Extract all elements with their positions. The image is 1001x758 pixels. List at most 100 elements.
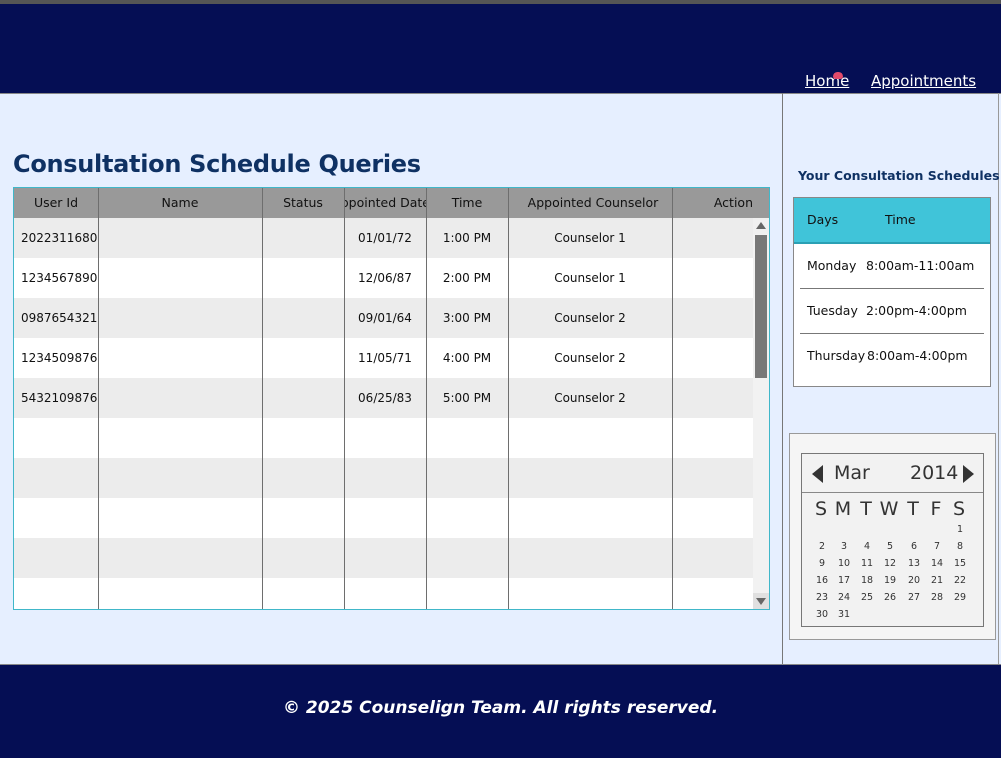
calendar-day[interactable]: 22 [949, 575, 971, 586]
column-divider [508, 188, 509, 609]
calendar-day[interactable]: 8 [949, 541, 971, 552]
calendar-day[interactable]: 15 [949, 558, 971, 569]
schedules-table: Days Time Monday 8:00am-11:00am Tuesday … [793, 197, 991, 387]
cell-name [98, 218, 262, 258]
weekday-label: S [814, 498, 828, 520]
cell-name [98, 298, 262, 338]
calendar-header: Mar 2014 [802, 454, 983, 493]
column-divider [98, 188, 99, 609]
table-row[interactable] [14, 458, 753, 498]
table-row[interactable]: 1234567890 12/06/87 2:00 PM Counselor 1 [14, 258, 753, 298]
cell-status [262, 378, 344, 418]
calendar-day[interactable]: 21 [926, 575, 948, 586]
table-row[interactable]: 5432109876 06/25/83 5:00 PM Counselor 2 [14, 378, 753, 418]
cell-user-id: 5432109876 [21, 391, 98, 405]
table-row[interactable] [14, 418, 753, 458]
column-header-time[interactable]: Time [426, 188, 508, 218]
calendar-day[interactable]: 4 [856, 541, 878, 552]
cell-name [98, 378, 262, 418]
schedules-heading: Your Consultation Schedules [798, 168, 1000, 183]
scrollbar-thumb[interactable] [755, 235, 767, 378]
calendar-widget[interactable]: Mar 2014 S M T W T F S 1 2 3 4 5 6 7 8 9 10 11 12 13 14 15 16 1… [801, 453, 984, 627]
calendar-day[interactable]: 28 [926, 592, 948, 603]
calendar-day[interactable]: 9 [811, 558, 833, 569]
calendar-day[interactable]: 16 [811, 575, 833, 586]
cell-time: 5:00 PM [442, 391, 492, 405]
schedule-day: Monday [807, 258, 857, 273]
column-divider [344, 188, 345, 609]
calendar-day[interactable]: 14 [926, 558, 948, 569]
calendar-year[interactable]: 2014 [910, 462, 958, 484]
column-divider [426, 188, 427, 609]
calendar-day[interactable]: 5 [879, 541, 901, 552]
cell-date: 06/25/83 [358, 391, 412, 405]
calendar-day[interactable]: 10 [833, 558, 855, 569]
schedule-data-grid[interactable]: User Id Name Status Appointed Date Time … [13, 187, 770, 610]
header-bar: Home Appointments [0, 4, 1001, 93]
scroll-up-arrow-icon [756, 222, 766, 229]
calendar-day[interactable]: 26 [879, 592, 901, 603]
weekday-label: M [834, 498, 852, 520]
column-header-user-id[interactable]: User Id [14, 188, 98, 218]
weekday-label: S [952, 498, 966, 520]
column-header-action[interactable]: Action [678, 188, 769, 218]
table-row[interactable]: 0987654321 09/01/64 3:00 PM Counselor 2 [14, 298, 753, 338]
table-row[interactable] [14, 498, 753, 538]
calendar-day[interactable]: 29 [949, 592, 971, 603]
calendar-day[interactable]: 2 [811, 541, 833, 552]
table-row[interactable] [14, 538, 753, 578]
cell-counselor: Counselor 2 [554, 311, 626, 325]
scroll-down-arrow-icon [756, 598, 766, 605]
calendar-day[interactable]: 18 [856, 575, 878, 586]
calendar-month[interactable]: Mar [834, 462, 870, 484]
table-row[interactable]: 1234509876 11/05/71 4:00 PM Counselor 2 [14, 338, 753, 378]
column-divider [262, 188, 263, 609]
table-row[interactable]: 2022311680 01/01/72 1:00 PM Counselor 1 [14, 218, 753, 258]
column-header-appointed-date-label: Appointed Date [344, 195, 426, 210]
calendar-day[interactable]: 11 [856, 558, 878, 569]
cell-action [672, 258, 753, 298]
cell-counselor: Counselor 2 [554, 351, 626, 365]
vertical-scrollbar[interactable] [753, 218, 769, 609]
calendar-day[interactable]: 13 [903, 558, 925, 569]
cell-action [672, 298, 753, 338]
column-header-name[interactable]: Name [98, 188, 262, 218]
cell-status [262, 218, 344, 258]
calendar-day[interactable]: 1 [949, 524, 971, 535]
scroll-up-button[interactable] [753, 218, 769, 234]
calendar-day[interactable]: 3 [833, 541, 855, 552]
calendar-day[interactable]: 25 [856, 592, 878, 603]
schedule-day: Tuesday [807, 303, 858, 318]
schedules-header-days: Days [807, 212, 839, 227]
calendar-day[interactable]: 17 [833, 575, 855, 586]
calendar-day[interactable]: 23 [811, 592, 833, 603]
column-header-appointed-date[interactable]: Appointed Date [344, 188, 426, 218]
calendar-day[interactable]: 24 [833, 592, 855, 603]
calendar-day[interactable]: 20 [903, 575, 925, 586]
cell-time: 3:00 PM [442, 311, 492, 325]
nav-appointments-link[interactable]: Appointments [871, 72, 976, 90]
calendar-day[interactable]: 30 [811, 609, 833, 620]
calendar-day[interactable]: 6 [903, 541, 925, 552]
column-header-appointed-counselor[interactable]: Appointed Counselor [508, 188, 678, 218]
calendar-day[interactable]: 19 [879, 575, 901, 586]
cell-user-id: 2022311680 [21, 231, 98, 245]
calendar-day[interactable]: 27 [903, 592, 925, 603]
cell-name [98, 258, 262, 298]
column-header-status[interactable]: Status [262, 188, 344, 218]
cell-user-id: 1234567890 [21, 271, 98, 285]
schedule-row: Monday 8:00am-11:00am [794, 244, 990, 289]
schedule-time: 8:00am-11:00am [866, 258, 975, 273]
cell-counselor: Counselor 1 [554, 231, 626, 245]
calendar-day[interactable]: 7 [926, 541, 948, 552]
calendar-panel: Mar 2014 S M T W T F S 1 2 3 4 5 6 7 8 9 10 11 12 13 14 15 16 1… [789, 433, 996, 640]
schedule-row: Thursday 8:00am-4:00pm [794, 334, 990, 379]
weekday-label: T [907, 498, 919, 520]
prev-month-icon[interactable] [812, 465, 823, 483]
schedules-header-row: Days Time [794, 198, 990, 244]
table-row[interactable] [14, 578, 753, 609]
calendar-day[interactable]: 31 [833, 609, 855, 620]
scroll-down-button[interactable] [753, 593, 769, 609]
next-month-icon[interactable] [963, 465, 974, 483]
calendar-day[interactable]: 12 [879, 558, 901, 569]
